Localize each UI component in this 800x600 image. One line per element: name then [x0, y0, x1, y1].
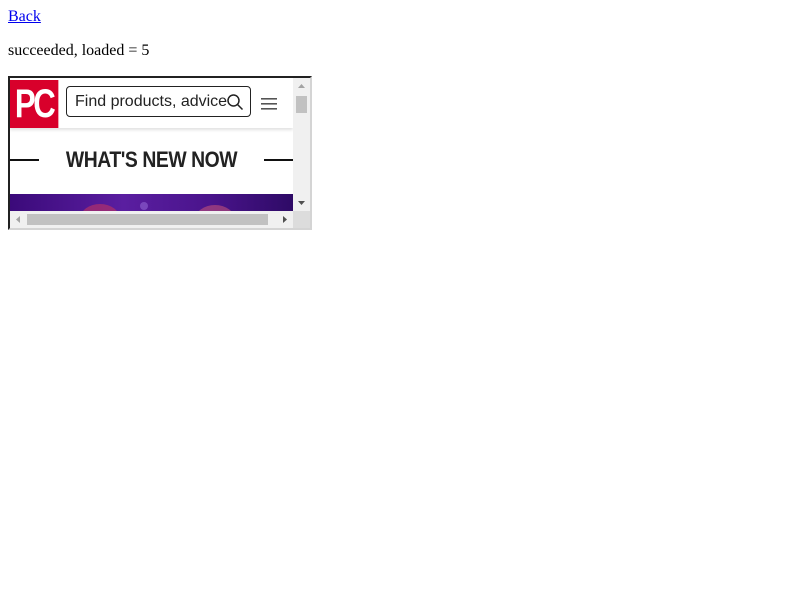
site-header: PC — [10, 78, 293, 128]
hero-image-shape — [80, 204, 120, 211]
section-heading: WHAT'S NEW NOW — [65, 147, 238, 172]
hero-image-shape — [140, 202, 148, 210]
vertical-scrollbar[interactable] — [293, 78, 310, 211]
embedded-site-frame[interactable]: PC WHAT'S NEW NOW — [8, 76, 312, 230]
load-status-text: succeeded, loaded = 5 — [8, 42, 150, 59]
heading-rule-right — [264, 159, 293, 161]
heading-rule-left — [10, 159, 39, 161]
hero-image[interactable] — [10, 194, 293, 211]
hamburger-menu-icon[interactable] — [261, 97, 277, 111]
search-box[interactable] — [66, 86, 251, 117]
search-icon[interactable] — [226, 93, 244, 111]
back-link[interactable]: Back — [8, 7, 41, 27]
horizontal-scrollbar[interactable] — [10, 211, 293, 228]
scrollbar-corner — [293, 211, 310, 228]
vertical-scroll-thumb[interactable] — [296, 96, 307, 113]
scroll-down-arrow-icon[interactable] — [293, 194, 310, 211]
pcmag-logo[interactable]: PC — [10, 80, 59, 128]
search-input[interactable] — [67, 87, 235, 116]
scroll-up-arrow-icon[interactable] — [293, 78, 310, 95]
frame-viewport: PC WHAT'S NEW NOW — [10, 78, 293, 211]
scroll-right-arrow-icon[interactable] — [276, 211, 293, 228]
section-heading-row: WHAT'S NEW NOW — [10, 145, 293, 175]
scroll-left-arrow-icon[interactable] — [10, 211, 27, 228]
horizontal-scroll-thumb[interactable] — [27, 214, 268, 225]
